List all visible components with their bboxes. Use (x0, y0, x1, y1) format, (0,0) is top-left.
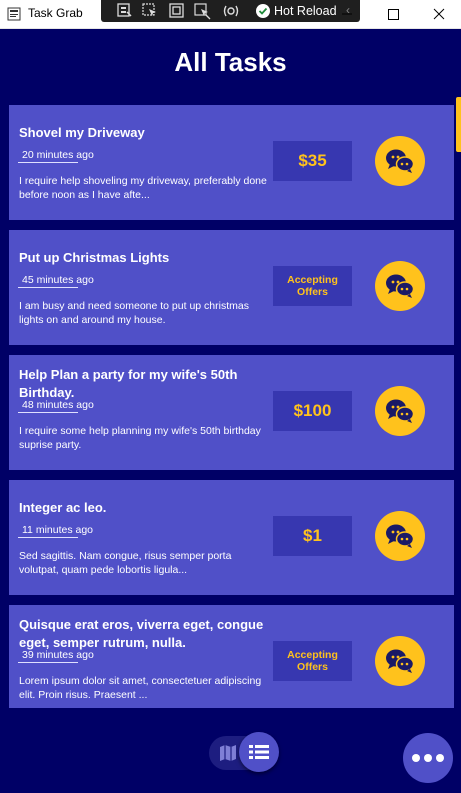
task-description: I am busy and need someone to put up chr… (19, 300, 249, 326)
dev-toolbar: Hot Reload ‹ (101, 0, 360, 22)
maximize-button[interactable] (370, 0, 416, 28)
task-time: 48 minutes ago (22, 399, 94, 411)
task-description: I require some help planning my wife's 5… (19, 425, 261, 451)
chat-button[interactable] (375, 511, 425, 561)
more-icon (424, 754, 432, 762)
divider (18, 287, 78, 288)
track-focused-element-icon[interactable] (193, 2, 213, 20)
task-price: Accepting Offers (273, 641, 352, 681)
chat-button[interactable] (375, 136, 425, 186)
app-icon (7, 7, 21, 21)
binding-failures-icon[interactable] (221, 2, 241, 20)
view-toggle (209, 732, 279, 772)
task-description: Lorem ipsum dolor sit amet, consectetuer… (19, 675, 262, 701)
window-titlebar: Task Grab Hot Reload ‹ (0, 0, 461, 29)
task-card[interactable]: Help Plan a party for my wife's 50th Bir… (9, 355, 454, 470)
list-view-button[interactable] (239, 732, 279, 772)
chat-button[interactable] (375, 386, 425, 436)
divider (18, 662, 78, 663)
more-icon (412, 754, 420, 762)
divider (18, 412, 78, 413)
more-icon (436, 754, 444, 762)
task-title: Shovel my Driveway (19, 125, 145, 140)
chat-bubbles-icon (386, 649, 415, 673)
close-button[interactable] (416, 0, 461, 28)
check-circle-icon (256, 4, 270, 18)
select-element-icon[interactable] (141, 2, 161, 20)
divider (18, 537, 78, 538)
more-button[interactable] (403, 733, 453, 783)
chat-bubbles-icon (386, 524, 415, 548)
chat-bubbles-icon (386, 274, 415, 298)
task-title: Help Plan a party for my wife's 50th Bir… (19, 367, 238, 400)
task-time: 20 minutes ago (22, 149, 94, 161)
task-card[interactable]: Put up Christmas Lights 45 minutes ago I… (9, 230, 454, 345)
task-time: 45 minutes ago (22, 274, 94, 286)
task-title: Integer ac leo. (19, 500, 107, 515)
task-time: 11 minutes ago (22, 524, 94, 536)
task-price: $1 (273, 516, 352, 556)
divider (18, 162, 78, 163)
page-title: All Tasks (174, 47, 287, 77)
task-card[interactable]: Quisque erat eros, viverra eget, congue … (9, 605, 454, 708)
list-icon (249, 745, 269, 759)
task-description: I require help shoveling my driveway, pr… (19, 175, 267, 201)
task-price: $100 (273, 391, 352, 431)
task-title: Quisque erat eros, viverra eget, congue … (19, 617, 264, 650)
task-price: $35 (273, 141, 352, 181)
live-visual-tree-icon[interactable] (115, 2, 135, 20)
task-price: Accepting Offers (273, 266, 352, 306)
window-title: Task Grab (28, 6, 83, 20)
scrollbar-thumb[interactable] (456, 97, 461, 152)
display-layout-adorners-icon[interactable] (167, 2, 187, 20)
task-card[interactable]: Shovel my Driveway 20 minutes ago I requ… (9, 105, 454, 220)
map-icon[interactable] (219, 744, 237, 762)
chat-bubbles-icon (386, 399, 415, 423)
task-time: 39 minutes ago (22, 649, 94, 661)
task-description: Sed sagittis. Nam congue, risus semper p… (19, 550, 232, 576)
chat-bubbles-icon (386, 149, 415, 173)
chat-button[interactable] (375, 261, 425, 311)
chat-button[interactable] (375, 636, 425, 686)
minimize-button[interactable] (324, 0, 370, 28)
task-title: Put up Christmas Lights (19, 250, 170, 265)
task-card[interactable]: Integer ac leo. 11 minutes ago Sed sagit… (9, 480, 454, 595)
